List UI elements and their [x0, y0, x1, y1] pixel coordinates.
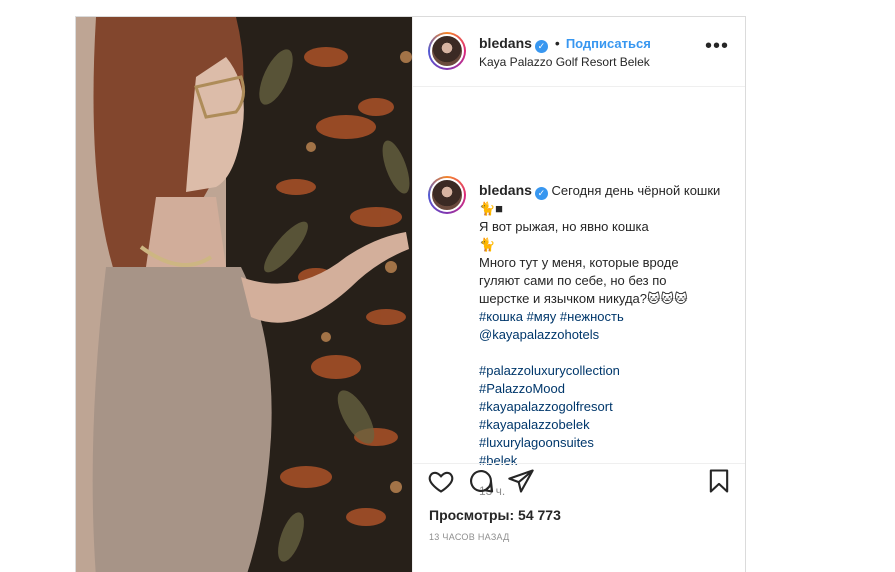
- views-count[interactable]: Просмотры: 54 773: [429, 507, 561, 523]
- caption-text-5: шерстке и язычком никуда?🐱🐱🐱: [479, 291, 688, 306]
- hashtag-link[interactable]: #kayapalazzobelek: [479, 416, 739, 434]
- hashtag-link[interactable]: #kayapalazzogolfresort: [479, 398, 739, 416]
- separator-dot: •: [554, 35, 560, 51]
- caption-line-1: bledans ✓ Сегодня день чёрной кошки: [479, 181, 739, 200]
- mention-link[interactable]: @kayapalazzohotels: [479, 326, 739, 344]
- location-link[interactable]: Kaya Palazzo Golf Resort Belek: [479, 55, 650, 69]
- post-media-illustration: [76, 17, 412, 572]
- hashtag-link[interactable]: #нежность: [560, 309, 624, 324]
- comment-icon[interactable]: [467, 467, 495, 500]
- header-line: bledans ✓ • Подписаться: [479, 35, 651, 53]
- caption-text: bledans ✓ Сегодня день чёрной кошки 🐈■ Я …: [479, 181, 739, 470]
- bookmark-icon[interactable]: [705, 467, 733, 500]
- post-header: bledans ✓ • Подписаться Kaya Palazzo Golf R…: [413, 17, 745, 87]
- author-username[interactable]: bledans: [479, 35, 532, 51]
- more-options-icon[interactable]: •••: [705, 36, 729, 56]
- hashtag-link[interactable]: #luxurylagoonsuites: [479, 434, 739, 452]
- verified-badge-icon: ✓: [534, 40, 548, 53]
- post-media-video[interactable]: [76, 17, 412, 572]
- caption-avatar[interactable]: [428, 176, 466, 214]
- caption-text-4: гуляют сами по себе, но без по: [479, 273, 667, 288]
- caption-emoji-1: 🐈■: [479, 201, 504, 216]
- verified-badge-icon: ✓: [534, 187, 548, 200]
- caption-text-3: Много тут у меня, которые вроде: [479, 255, 679, 270]
- hashtag-link[interactable]: #мяу: [527, 309, 557, 324]
- heart-icon[interactable]: [427, 467, 455, 500]
- caption-username[interactable]: bledans: [479, 182, 532, 198]
- hashtag-link[interactable]: #PalazzoMood: [479, 380, 739, 398]
- caption-area: bledans ✓ Сегодня день чёрной кошки 🐈■ Я …: [413, 87, 745, 498]
- caption-text-1: Сегодня день чёрной кошки: [551, 183, 721, 198]
- follow-button[interactable]: Подписаться: [566, 36, 651, 51]
- paper-plane-icon[interactable]: [507, 467, 535, 500]
- hashtag-line: #кошка #мяу #нежность: [479, 308, 739, 326]
- hashtag-link[interactable]: #palazzoluxurycollection: [479, 362, 739, 380]
- caption-text-2: Я вот рыжая, но явно кошка: [479, 219, 649, 234]
- hashtag-link[interactable]: #кошка: [479, 309, 523, 324]
- caption-emoji-2: 🐈: [479, 237, 496, 252]
- author-avatar[interactable]: [428, 32, 466, 70]
- post-timestamp[interactable]: 13 ЧАСОВ НАЗАД: [429, 532, 510, 542]
- post-sidebar: bledans ✓ • Подписаться Kaya Palazzo Golf R…: [412, 17, 745, 572]
- action-bar: [413, 463, 745, 503]
- instagram-post: bledans ✓ • Подписаться Kaya Palazzo Golf R…: [75, 16, 746, 572]
